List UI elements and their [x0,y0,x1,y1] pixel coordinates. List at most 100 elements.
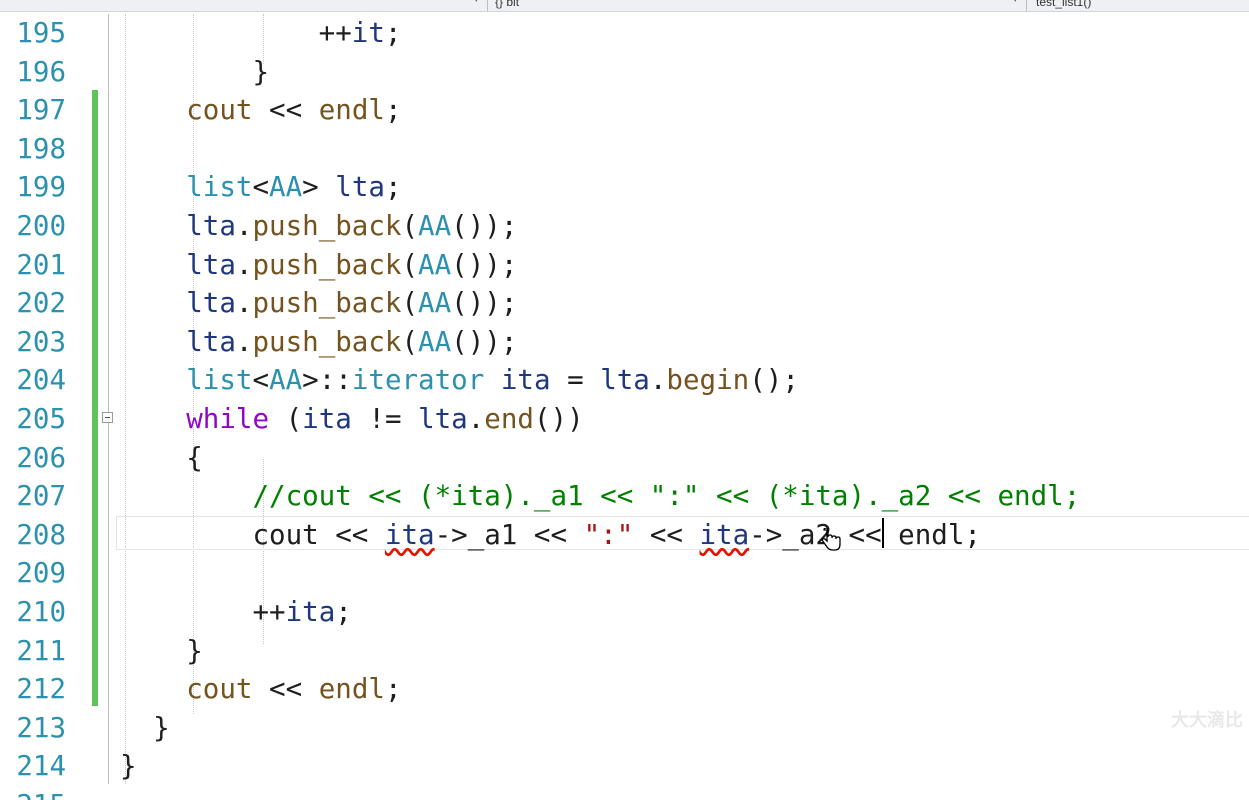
code-line[interactable]: 197 cout << endl; [0,91,1249,130]
code-text[interactable]: } [120,747,137,786]
code-text[interactable]: cout << endl; [120,91,401,130]
code-text[interactable]: lta.push_back(AA()); [120,284,517,323]
code-token: end [484,403,534,435]
code-text[interactable]: list<AA> lta; [120,168,401,207]
code-token: lta [186,248,236,281]
code-token: while [186,403,270,435]
code-token: } [120,750,137,783]
code-token: ita [384,518,435,551]
code-line[interactable]: 213 } [0,709,1249,748]
code-line[interactable]: 195 ++it; [0,14,1249,53]
code-token: . [649,364,667,397]
code-text[interactable]: cout << endl; [120,670,401,709]
scope-dropdown[interactable]: {} bit [495,0,519,9]
code-token: } [120,55,270,88]
line-number: 199 [16,171,66,204]
code-line[interactable]: 205 while (ita != lta.end()) [0,400,1249,439]
code-token: list [186,364,253,397]
code-token: endl [318,673,385,706]
code-token: = [550,364,601,397]
code-line[interactable]: 201 lta.push_back(AA()); [0,246,1249,285]
code-line[interactable]: 199 list<AA> lta; [0,168,1249,207]
code-token: ( [401,248,419,281]
code-token: AA [269,171,303,204]
code-token: ; [335,596,352,628]
code-line[interactable]: 196 } [0,53,1249,92]
dropdown-arrow-icon[interactable]: ▾ [474,0,479,5]
code-token: push_back [252,287,402,320]
code-text[interactable]: lta.push_back(AA()); [120,323,517,362]
code-token: ita [302,403,352,435]
code-token: } [120,711,170,744]
code-line[interactable]: 212 cout << endl; [0,670,1249,709]
code-text[interactable]: cout << ita->_a1 << ":" << ita->_a2 << e… [120,516,981,555]
hand-cursor-icon [821,528,841,551]
code-line[interactable]: 204 list<AA>::iterator ita = lta.begin()… [0,361,1249,400]
code-line[interactable]: 206 { [0,439,1249,478]
code-token: it [351,17,385,49]
code-line[interactable]: 210 ++ita; [0,593,1249,632]
line-number: 195 [16,17,66,49]
code-token: AA [418,287,452,320]
code-token: < [252,364,270,397]
code-text[interactable]: lta.push_back(AA()); [120,246,517,285]
line-number: 213 [16,711,66,744]
code-line[interactable]: 208 cout << ita->_a1 << ":" << ita->_a2 … [0,516,1249,555]
code-line[interactable]: 211 } [0,632,1249,671]
code-text[interactable]: ++it; [120,14,402,53]
line-number: 207 [16,480,66,513]
code-text[interactable]: } [120,632,203,671]
code-text[interactable]: while (ita != lta.end()) [120,400,584,439]
code-token: . [235,210,253,242]
code-token: ita [500,364,551,397]
code-text[interactable]: ++ita; [120,593,352,632]
code-line[interactable]: 200 lta.push_back(AA()); [0,207,1249,246]
code-line[interactable]: 198 [0,130,1249,169]
dropdown-arrow-icon[interactable]: ▾ [1013,0,1018,5]
code-token: AA [418,248,452,281]
code-token: ()) [533,403,584,435]
code-line[interactable]: 203 lta.push_back(AA()); [0,323,1249,362]
code-line[interactable]: 207 //cout << (*ita)._a1 << ":" << (*ita… [0,477,1249,516]
navigation-bar: ▾ {} bit ▾ test_list1() [0,0,1249,12]
code-token: cout [186,673,253,706]
code-token: push_back [252,210,402,242]
line-number: 202 [16,287,66,320]
code-token: ( [401,210,419,242]
code-token: < [252,171,270,204]
line-number: 212 [16,673,66,706]
line-number: 211 [16,634,66,667]
line-number: 200 [16,210,66,242]
code-editor[interactable]: 195 ++it; 196 } 197 cout << endl; 198 199 li… [0,14,1249,800]
line-number: 210 [16,596,66,628]
code-token: ita [285,596,336,628]
member-dropdown[interactable]: test_list1() [1036,0,1091,9]
code-line[interactable]: 215 [0,786,1249,800]
code-token: list [186,171,253,204]
code-line[interactable]: 214} [0,747,1249,786]
navbar-divider [1026,0,1027,11]
code-token: AA [269,364,303,397]
line-number: 203 [16,325,66,358]
code-token: { [120,441,203,474]
code-text[interactable]: //cout << (*ita)._a1 << ":" << (*ita)._a… [120,477,1080,516]
code-token: (); [749,364,799,397]
code-token: << [252,673,319,706]
code-line[interactable]: 209 [0,554,1249,593]
code-text[interactable]: { [120,439,203,478]
code-text[interactable]: } [120,709,170,748]
code-token: begin [666,364,750,397]
code-token: ()); [451,248,518,281]
code-line[interactable]: 202 lta.push_back(AA()); [0,284,1249,323]
code-token: iterator [351,364,485,397]
code-text[interactable]: list<AA>::iterator ita = lta.begin(); [120,361,799,400]
code-token: AA [418,210,452,242]
code-text[interactable]: } [120,53,269,92]
line-number: 198 [16,132,66,165]
code-text[interactable]: lta.push_back(AA()); [120,207,517,246]
code-token: ++ [252,17,352,49]
